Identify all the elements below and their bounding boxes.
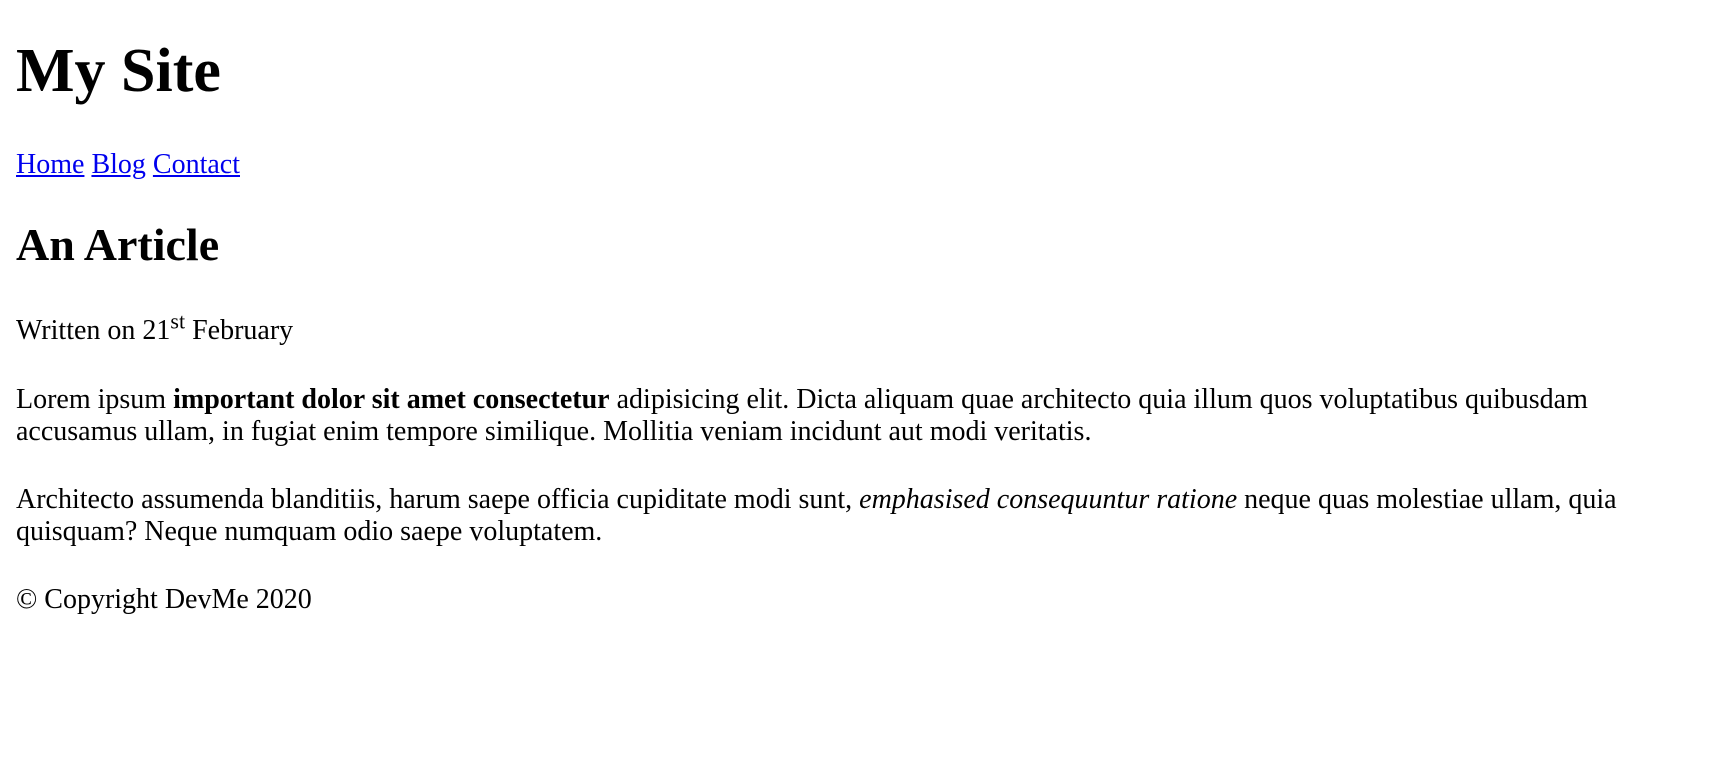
paragraph-1-strong: important dolor sit amet consectetur [173,383,610,415]
copyright-text: © Copyright DevMe 2020 [16,584,312,616]
article: An Article Written on 21st February Lore… [16,219,1714,548]
date-prefix: Written on 21 [16,315,171,347]
site-title: My Site [16,37,221,105]
article-paragraph-2: Architecto assumenda blanditiis, harum s… [16,484,1714,548]
article-date: Written on 21st February [16,311,1714,347]
paragraph-1-start: Lorem ipsum [16,383,174,415]
article-title: An Article [16,219,220,271]
nav-link-contact[interactable]: Contact [153,149,240,180]
paragraph-2-emphasis: emphasised consequuntur ratione [859,483,1238,515]
date-ordinal-suffix: st [170,309,186,335]
paragraph-2-start: Architecto assumenda blanditiis, harum s… [16,483,860,515]
site-footer: © Copyright DevMe 2020 [16,584,1714,616]
main-nav: Home Blog Contact [16,149,1714,181]
date-month: February [185,315,294,347]
site-header: My Site Home Blog Contact [16,36,1714,181]
nav-link-home[interactable]: Home [16,149,84,180]
article-paragraph-1: Lorem ipsum important dolor sit amet con… [16,384,1714,448]
nav-link-blog[interactable]: Blog [91,149,145,180]
